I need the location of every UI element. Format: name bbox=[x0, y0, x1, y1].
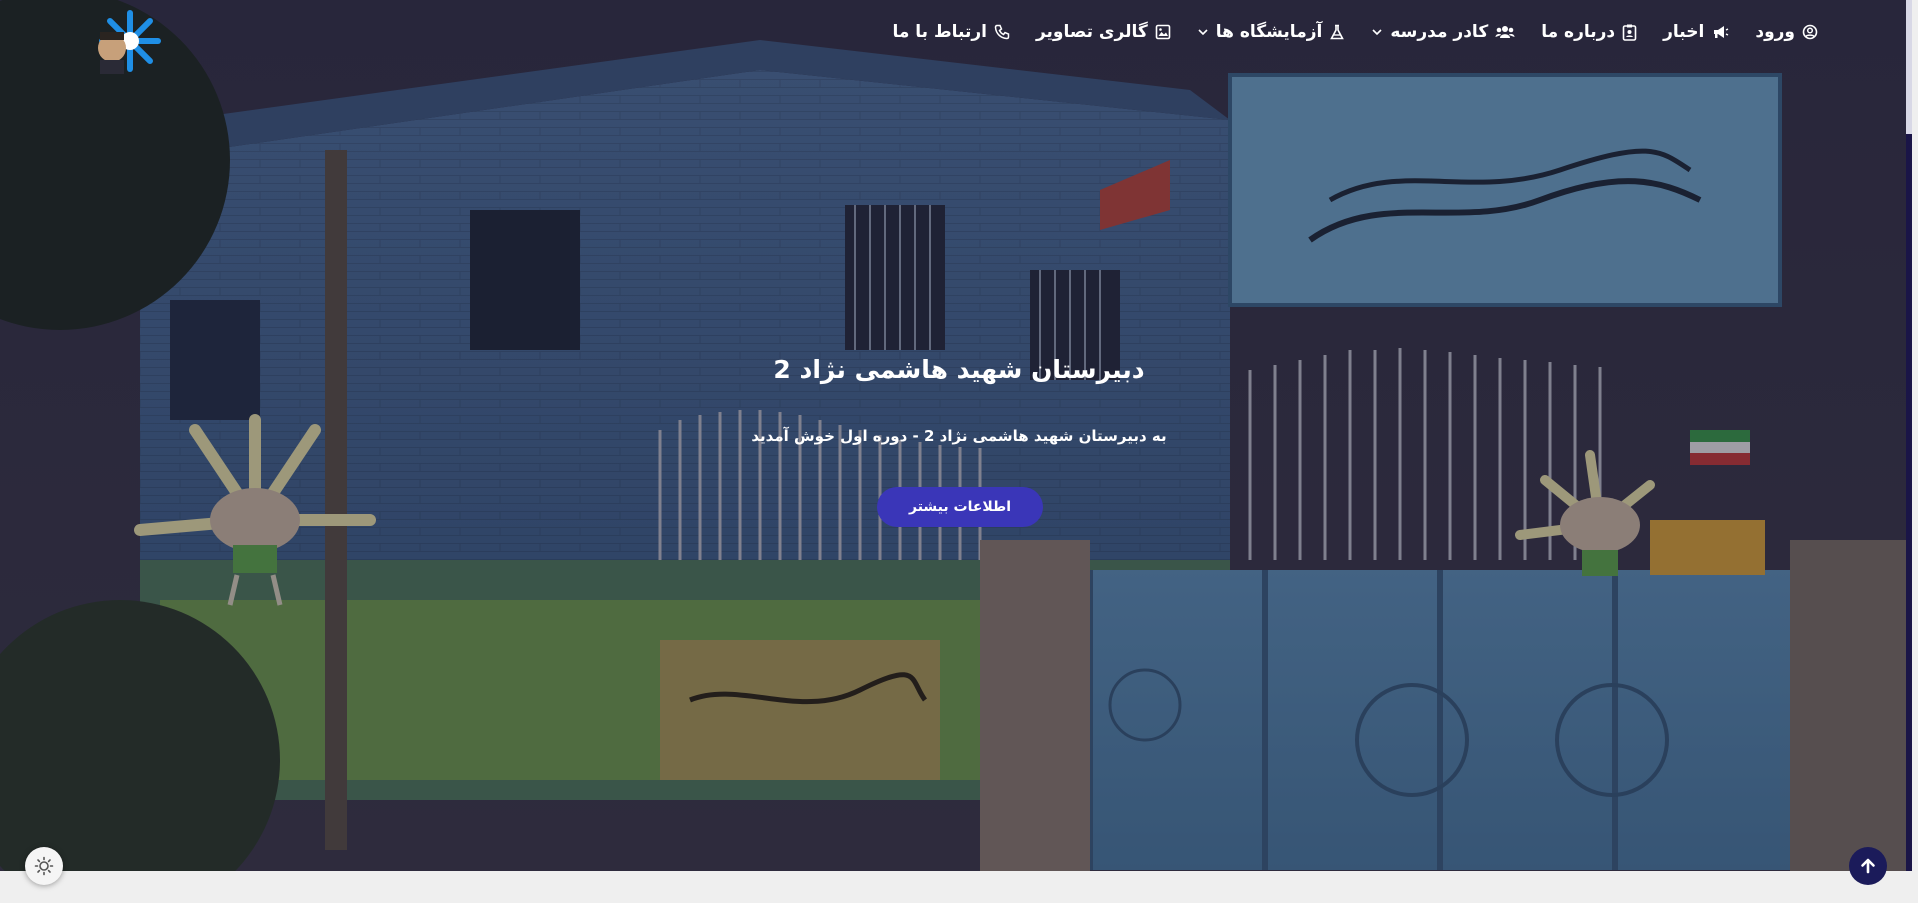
id-badge-icon bbox=[1622, 24, 1637, 41]
nav-item-news[interactable]: اخبار bbox=[1663, 18, 1729, 46]
scrollbar-thumb[interactable] bbox=[1906, 0, 1912, 134]
sun-icon bbox=[34, 856, 54, 876]
school-logo[interactable] bbox=[90, 8, 162, 74]
nav-item-label: درباره ما bbox=[1541, 22, 1616, 42]
hero-subtitle: به دبیرستان شهید هاشمی نژاد 2 - دوره اول… bbox=[751, 427, 1167, 445]
arrow-up-icon bbox=[1861, 858, 1875, 874]
phone-icon bbox=[994, 24, 1010, 40]
nav-item-labs[interactable]: آزمایشگاه ها bbox=[1197, 18, 1346, 46]
more-info-button[interactable]: اطلاعات بیشتر bbox=[877, 487, 1043, 527]
nav-item-label: گالری تصاویر bbox=[1035, 22, 1148, 42]
nav-item-label: ارتباط با ما bbox=[892, 22, 987, 42]
school-logo-icon bbox=[98, 10, 161, 74]
user-circle-icon bbox=[1802, 24, 1818, 40]
next-section-edge bbox=[0, 871, 1918, 903]
nav-item-about[interactable]: درباره ما bbox=[1541, 18, 1637, 46]
people-icon bbox=[1495, 26, 1515, 38]
nav-item-label: کادر مدرسه bbox=[1390, 22, 1489, 42]
chevron-down-icon bbox=[1198, 29, 1208, 36]
nav-item-label: آزمایشگاه ها bbox=[1215, 22, 1323, 42]
nav-item-login[interactable]: ورود bbox=[1755, 18, 1818, 46]
hero-title: دبیرستان شهید هاشمی نژاد 2 bbox=[773, 355, 1145, 384]
main-navigation: ورود اخبار درباره ما کادر مدرسه آزمایشگا… bbox=[892, 18, 1818, 46]
scroll-to-top-button[interactable] bbox=[1849, 847, 1887, 885]
nav-item-gallery[interactable]: گالری تصاویر bbox=[1036, 18, 1171, 46]
image-icon bbox=[1155, 24, 1171, 40]
theme-toggle-button[interactable] bbox=[25, 847, 63, 885]
nav-item-staff[interactable]: کادر مدرسه bbox=[1371, 18, 1515, 46]
nav-item-label: اخبار bbox=[1663, 22, 1705, 42]
megaphone-icon bbox=[1714, 26, 1729, 38]
nav-item-label: ورود bbox=[1755, 22, 1795, 42]
nav-item-contact[interactable]: ارتباط با ما bbox=[892, 18, 1010, 46]
chevron-down-icon bbox=[1372, 29, 1382, 36]
flask-icon bbox=[1330, 24, 1345, 39]
